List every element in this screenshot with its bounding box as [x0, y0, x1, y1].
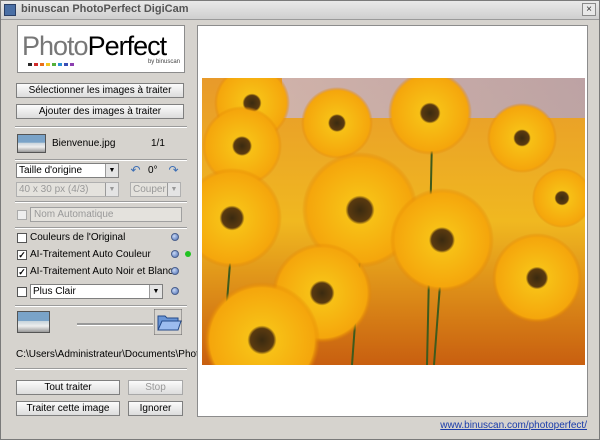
app-window: binuscan PhotoPerfect DigiCam × PhotoPer…	[0, 0, 600, 440]
brightness-checkbox[interactable]	[17, 287, 27, 297]
logo-color-dots	[28, 63, 74, 66]
file-name: Bienvenue.jpg	[52, 138, 116, 149]
process-all-button[interactable]: Tout traiter	[16, 380, 120, 395]
file-counter: 1/1	[151, 138, 165, 149]
crop-select[interactable]: Couper ▼	[130, 182, 181, 197]
logo-color-dot	[46, 63, 50, 66]
logo-wordmark: PhotoPerfect	[22, 31, 168, 62]
auto-color-label: AI-Traitement Auto Couleur	[30, 249, 151, 260]
auto-bw-checkbox[interactable]: ✓	[17, 267, 27, 277]
select-images-button[interactable]: Sélectionner les images à traiter	[16, 83, 184, 98]
crop-select-value: Couper	[133, 184, 166, 195]
info-icon[interactable]	[171, 250, 179, 258]
logo-color-dot	[40, 63, 44, 66]
info-icon[interactable]	[171, 267, 179, 275]
output-slider[interactable]	[77, 323, 153, 326]
size-select[interactable]: Taille d'origine ▼	[16, 163, 119, 178]
website-link[interactable]: www.binuscan.com/photoperfect/	[440, 420, 587, 431]
stop-button[interactable]: Stop	[128, 380, 183, 395]
brightness-select-value: Plus Clair	[33, 286, 76, 297]
status-indicator-icon	[185, 251, 191, 257]
logo-color-dot	[28, 63, 32, 66]
logo-color-dot	[70, 63, 74, 66]
divider	[15, 305, 187, 307]
chevron-down-icon: ▼	[105, 164, 118, 177]
logo-word-photo: Photo	[22, 31, 89, 61]
close-button[interactable]: ×	[582, 3, 596, 16]
stacked-photos-icon	[17, 311, 50, 333]
auto-name-checkbox[interactable]	[17, 210, 27, 220]
chevron-down-icon: ▼	[167, 183, 180, 196]
logo-word-perfect: Perfect	[87, 31, 168, 61]
divider	[15, 368, 187, 370]
logo-color-dot	[58, 63, 62, 66]
app-icon	[4, 4, 16, 16]
folder-icon[interactable]	[154, 309, 182, 335]
dimension-select[interactable]: 40 x 30 px (4/3) ▼	[16, 182, 119, 197]
auto-name-field[interactable]: Nom Automatique	[30, 207, 182, 222]
original-colors-checkbox[interactable]	[17, 233, 27, 243]
info-icon[interactable]	[171, 287, 179, 295]
divider	[15, 159, 187, 161]
logo-byline: by binuscan	[147, 59, 180, 65]
logo-color-dot	[64, 63, 68, 66]
control-panel: PhotoPerfect by binuscan Sélectionner le…	[11, 25, 228, 420]
info-icon[interactable]	[171, 233, 179, 241]
photoperfect-logo: PhotoPerfect by binuscan	[17, 25, 185, 73]
image-preview-panel	[197, 25, 588, 417]
brightness-select[interactable]: Plus Clair ▼	[30, 284, 163, 299]
window-title: binuscan PhotoPerfect DigiCam	[21, 3, 189, 15]
original-colors-label: Couleurs de l'Original	[30, 232, 126, 243]
logo-color-dot	[52, 63, 56, 66]
add-images-button[interactable]: Ajouter des images à traiter	[16, 104, 184, 119]
ignore-button[interactable]: Ignorer	[128, 401, 183, 416]
dimension-select-value: 40 x 30 px (4/3)	[19, 184, 89, 195]
title-bar[interactable]: binuscan PhotoPerfect DigiCam ×	[1, 1, 599, 20]
process-this-button[interactable]: Traiter cette image	[16, 401, 120, 416]
image-thumbnail[interactable]	[17, 134, 46, 153]
rotation-value: 0°	[148, 165, 158, 176]
chevron-down-icon: ▼	[105, 183, 118, 196]
flower-photo	[202, 78, 585, 365]
logo-color-dot	[34, 63, 38, 66]
rotate-left-icon[interactable]: ↶	[129, 164, 142, 176]
auto-bw-label: AI-Traitement Auto Noir et Blanc	[30, 266, 174, 277]
divider	[15, 201, 187, 203]
divider	[15, 126, 187, 128]
chevron-down-icon: ▼	[149, 285, 162, 298]
size-select-value: Taille d'origine	[19, 165, 83, 176]
auto-color-checkbox[interactable]: ✓	[17, 250, 27, 260]
divider	[15, 227, 187, 229]
rotate-right-icon[interactable]: ↷	[167, 164, 180, 176]
